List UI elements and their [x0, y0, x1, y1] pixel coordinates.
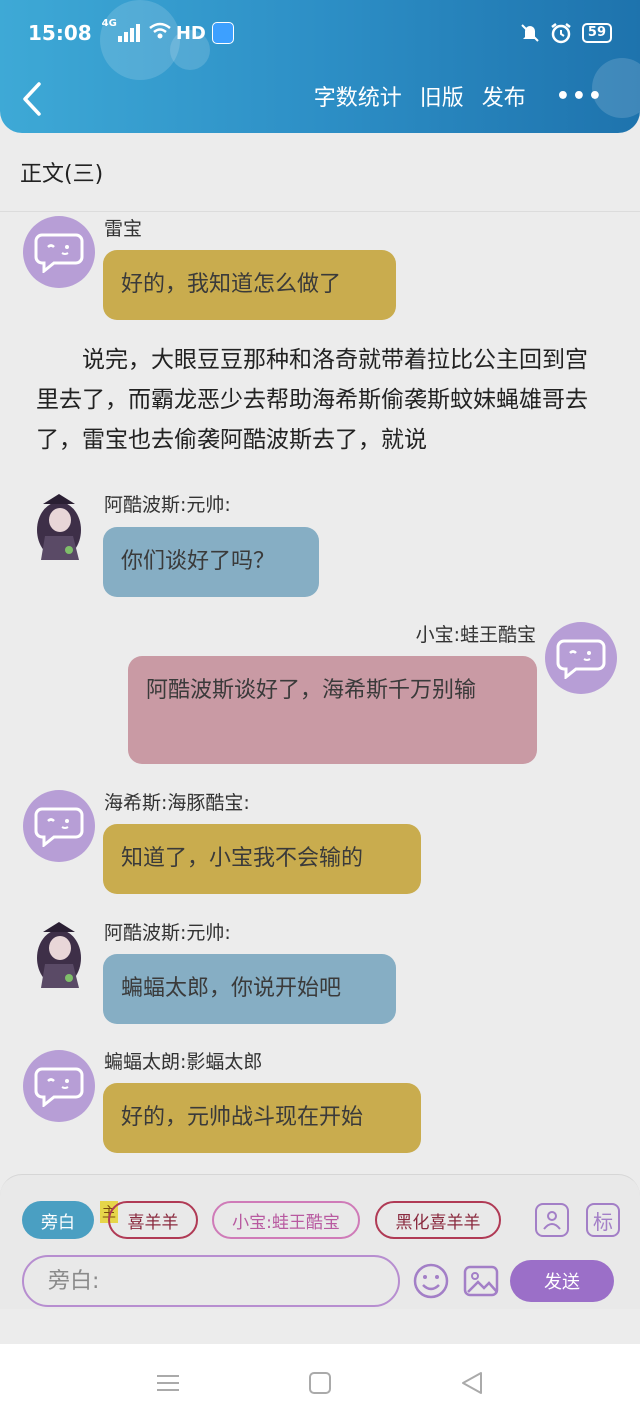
status-bar: 15:08 4G HD 59	[28, 18, 612, 48]
app-notification-icon	[211, 22, 234, 44]
avatar[interactable]	[545, 622, 617, 694]
image-icon[interactable]	[462, 1262, 500, 1300]
toolbar-actions: 字数统计 旧版 发布 •••	[314, 80, 604, 112]
status-right: 59	[520, 22, 612, 44]
word-count-button[interactable]: 字数统计	[314, 80, 402, 112]
top-nav: 字数统计 旧版 发布 •••	[0, 80, 640, 120]
message-input[interactable]	[22, 1255, 400, 1307]
chapter-title[interactable]: 正文(三)	[20, 156, 103, 188]
system-nav-bar	[0, 1344, 640, 1422]
alarm-icon	[551, 23, 571, 44]
character-avatar[interactable]	[23, 490, 95, 562]
emoji-icon[interactable]	[412, 1262, 450, 1300]
sender-name: 雷宝	[104, 218, 143, 240]
message-bubble[interactable]: 阿酷波斯谈好了，海希斯千万别输	[128, 656, 537, 764]
battery-indicator: 59	[581, 23, 612, 43]
menu-icon[interactable]	[155, 1370, 181, 1396]
home-icon[interactable]	[307, 1370, 333, 1396]
sender-name: 阿酷波斯:元帅:	[104, 922, 231, 944]
chat-bubble-icon	[34, 1067, 84, 1107]
mark-button[interactable]: 标	[586, 1203, 620, 1237]
character-avatar[interactable]	[23, 918, 95, 990]
sender-name: 阿酷波斯:元帅:	[104, 494, 231, 516]
divider	[0, 211, 640, 212]
mute-icon	[521, 24, 539, 42]
role-chip[interactable]: 小宝:蛙王酷宝	[212, 1201, 360, 1239]
message-bubble[interactable]: 好的，元帅战斗现在开始	[103, 1083, 421, 1153]
role-chip[interactable]: 黑化喜羊羊	[375, 1201, 501, 1239]
message-bubble[interactable]: 蝙蝠太郎，你说开始吧	[103, 954, 396, 1024]
wifi-icon	[148, 22, 172, 45]
app-header: 15:08 4G HD 59 字数统计 旧版 发布 •••	[0, 0, 640, 133]
avatar[interactable]	[23, 1050, 95, 1122]
chat-bubble-icon	[34, 807, 84, 847]
back-arrow-icon[interactable]	[22, 82, 42, 116]
chat-bubble-icon	[34, 233, 84, 273]
sender-name: 蝙蝠太朗:影蝠太郎	[104, 1051, 263, 1073]
role-manage-icon[interactable]	[535, 1203, 569, 1237]
message-bubble[interactable]: 好的，我知道怎么做了	[103, 250, 396, 320]
sender-name: 海希斯:海豚酷宝:	[104, 792, 250, 814]
more-menu-button[interactable]: •••	[556, 84, 604, 109]
send-button[interactable]: 发送	[510, 1260, 614, 1302]
sender-name: 小宝:蛙王酷宝	[415, 624, 536, 646]
old-version-button[interactable]: 旧版	[420, 80, 464, 112]
chat-bubble-icon	[556, 639, 606, 679]
role-chip-narrator[interactable]: 旁白	[22, 1201, 94, 1239]
avatar[interactable]	[23, 216, 95, 288]
network-type: 4G	[101, 18, 117, 29]
status-time: 15:08	[28, 21, 92, 45]
message-bubble[interactable]: 你们谈好了吗？	[103, 527, 319, 597]
narration-text[interactable]: 说完，大眼豆豆那种和洛奇就带着拉比公主回到宫里去了，而霸龙恶少去帮助海希斯偷袭斯…	[36, 340, 606, 460]
publish-button[interactable]: 发布	[482, 80, 526, 112]
avatar[interactable]	[23, 790, 95, 862]
signal-icon	[117, 24, 140, 42]
back-triangle-icon[interactable]	[459, 1370, 485, 1396]
role-chip[interactable]: 喜羊羊	[108, 1201, 198, 1239]
message-bubble[interactable]: 知道了，小宝我不会输的	[103, 824, 421, 894]
hd-indicator: HD	[175, 22, 206, 44]
